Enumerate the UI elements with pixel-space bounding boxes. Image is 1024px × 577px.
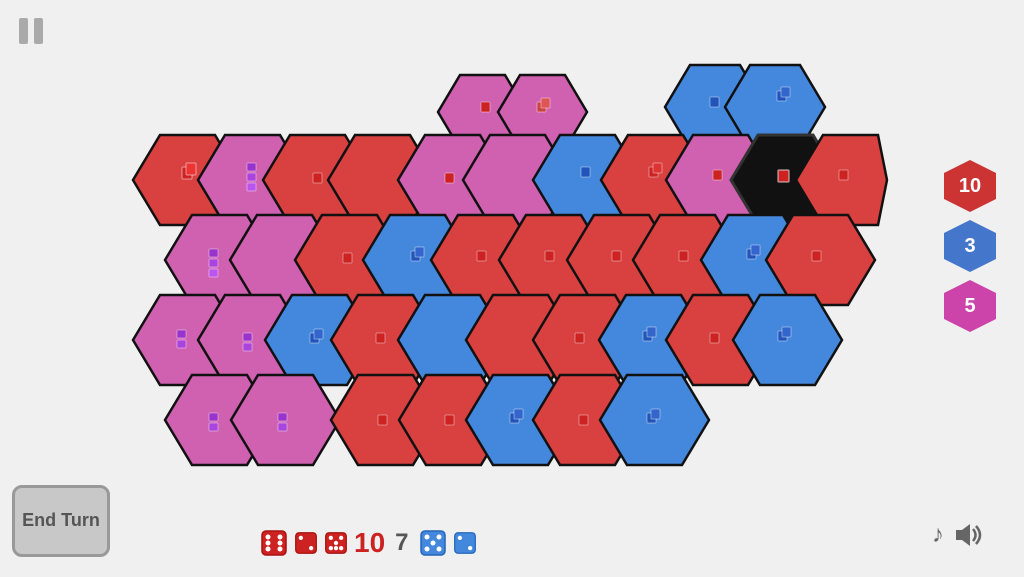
red-score-badge: 10	[944, 160, 996, 212]
red-die-3	[324, 531, 348, 555]
pause-bar-left	[19, 18, 28, 44]
game-board	[130, 55, 890, 495]
pause-bar-right	[34, 18, 43, 44]
blue-die-2	[453, 531, 477, 555]
blue-die-1	[419, 529, 447, 557]
score-panel: 10 3 5	[944, 160, 996, 332]
score-display-area: 10 7	[260, 527, 477, 559]
volume-icon[interactable]	[952, 521, 984, 549]
end-turn-button[interactable]: End Turn	[12, 485, 110, 557]
red-total: 10	[354, 527, 385, 559]
score-divider: 7	[395, 529, 408, 557]
sound-controls: ♪	[932, 521, 984, 549]
blue-score-badge: 3	[944, 220, 996, 272]
pink-score-badge: 5	[944, 280, 996, 332]
music-icon[interactable]: ♪	[932, 521, 944, 549]
red-die-1	[260, 529, 288, 557]
pause-button[interactable]	[12, 12, 50, 50]
red-die-2	[294, 531, 318, 555]
